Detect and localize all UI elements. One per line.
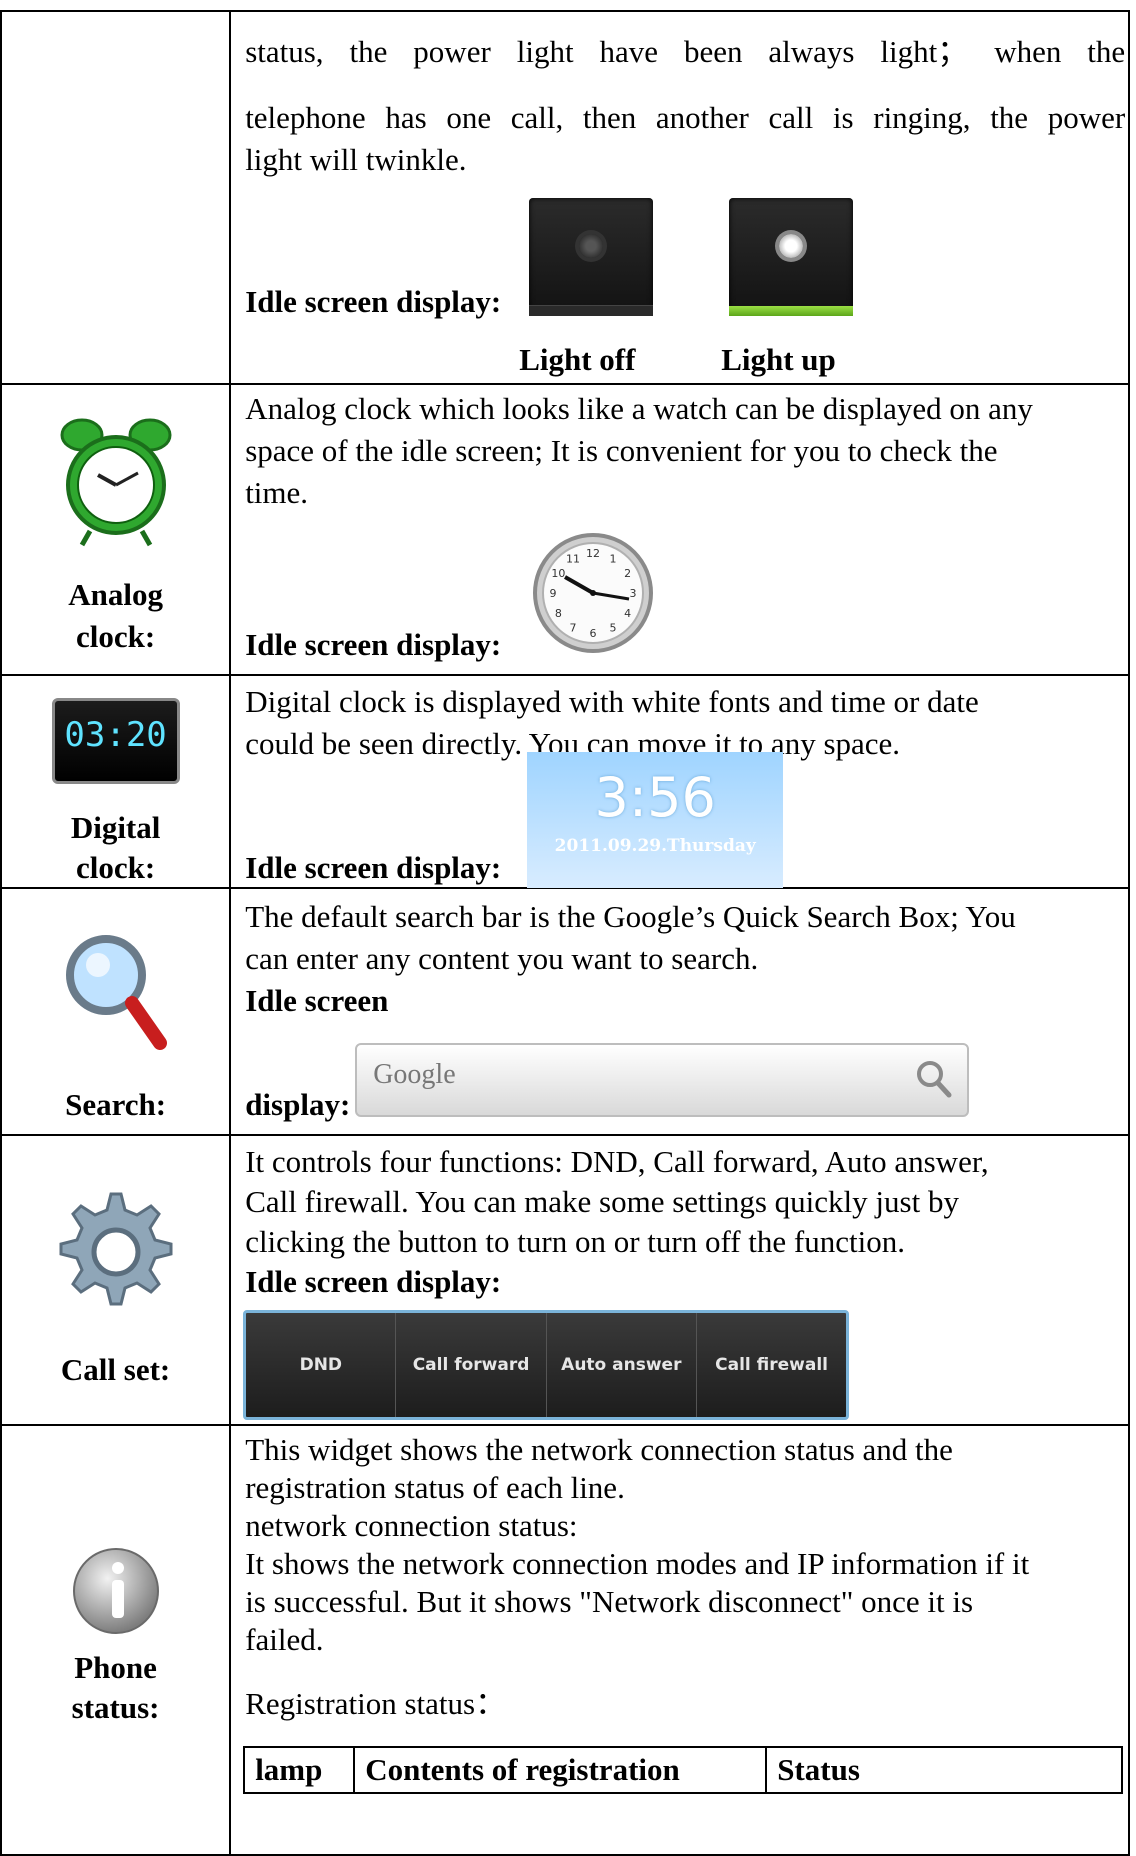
digital-clock-icon: 03:20	[51, 698, 180, 784]
light-off-image	[529, 198, 654, 316]
light-off-bar	[529, 305, 654, 316]
digital-shot-date: 2011.09.29.Thursday	[554, 836, 756, 856]
row-search-right: The default search bar is the Google’s Q…	[229, 887, 1130, 1136]
power-line1: status, the power light have been always…	[245, 34, 1126, 69]
callset-idle-label: Idle screen display:	[245, 1264, 502, 1299]
row-phone-right: This widget shows the network connection…	[229, 1424, 1130, 1856]
phone-line2: registration status of each line.	[245, 1470, 625, 1505]
row-search-left: Search:	[0, 887, 232, 1136]
row-digital-clock: 03:20 Digital clock: Digital clock is di…	[0, 674, 1130, 889]
registration-header-row: lamp Contents of registration Status	[243, 1746, 1124, 1794]
caption-light-off: Light off	[519, 342, 636, 377]
analog-label-2: clock:	[75, 619, 156, 654]
callset-line3: clicking the button to turn on or turn o…	[245, 1224, 905, 1259]
callset-label: Call set:	[60, 1352, 171, 1387]
gear-icon	[59, 1192, 173, 1306]
auto-answer-button[interactable]: Auto answer	[547, 1313, 697, 1417]
clock-numeral: 10	[552, 567, 566, 580]
row-analog-left: Analog clock:	[0, 383, 232, 676]
digital-shot-time: 3:56	[594, 766, 716, 829]
row-call-set: Call set: It controls four functions: DN…	[0, 1134, 1130, 1426]
callset-bar-screenshot: DND Call forward Auto answer Call firewa…	[243, 1310, 850, 1420]
header-lamp: lamp	[243, 1746, 356, 1794]
digital-label-1: Digital	[70, 810, 161, 845]
registration-table: lamp Contents of registration Status	[243, 1746, 1124, 1794]
call-firewall-button[interactable]: Call firewall	[697, 1313, 846, 1417]
analog-idle-label: Idle screen display:	[245, 627, 502, 662]
header-status: Status	[765, 1746, 1124, 1794]
phone-line6: failed.	[245, 1622, 324, 1657]
clock-numeral: 5	[610, 622, 617, 635]
row-power-light: status, the power light have been always…	[0, 10, 1130, 385]
digital-line1: Digital clock is displayed with white fo…	[245, 684, 979, 719]
callset-line2: Call firewall. You can make some setting…	[245, 1184, 959, 1219]
callset-line1: It controls four functions: DND, Call fo…	[245, 1144, 989, 1179]
phone-line7: Registration status：	[245, 1686, 507, 1721]
power-line2: telephone has one call, then another cal…	[245, 100, 1126, 135]
clock-numeral: 11	[566, 552, 580, 565]
search-line2: can enter any content you want to search…	[245, 941, 759, 976]
digital-clock-screenshot: 3:56 2011.09.29.Thursday	[527, 752, 784, 888]
analog-line1: Analog clock which looks like a watch ca…	[245, 391, 1033, 426]
phone-label-2: status:	[71, 1690, 160, 1725]
clock-numeral: 4	[624, 607, 631, 620]
search-icon	[917, 1061, 952, 1098]
row-analog-clock: Analog clock: Analog clock which looks l…	[0, 383, 1130, 676]
light-up-image	[729, 198, 854, 316]
phone-line1: This widget shows the network connection…	[245, 1432, 953, 1467]
row-phone-status: Phone status: This widget shows the netw…	[0, 1424, 1130, 1856]
row-digital-right: Digital clock is displayed with white fo…	[229, 674, 1130, 889]
digital-icon-time: 03:20	[64, 715, 167, 755]
light-up-bar	[729, 306, 854, 316]
caption-light-up: Light up	[721, 342, 836, 377]
magnifier-icon	[65, 935, 167, 1050]
clock-numeral: 1	[610, 552, 617, 565]
row-search: Search: The default search bar is the Go…	[0, 887, 1130, 1136]
row-digital-left: 03:20 Digital clock:	[0, 674, 232, 889]
info-icon	[72, 1548, 159, 1634]
analog-clock-screenshot: 12 12 3 45678 9 1011	[533, 533, 654, 653]
phone-line3: network connection status:	[245, 1508, 578, 1543]
clock-numeral: 3	[630, 587, 637, 600]
header-contents: Contents of registration	[353, 1746, 768, 1794]
search-label: Search:	[65, 1087, 167, 1122]
clock-numeral: 8	[555, 607, 562, 620]
row-power-right: status, the power light have been always…	[229, 10, 1130, 385]
power-idle-label: Idle screen display:	[245, 284, 502, 319]
analog-line3: time.	[245, 475, 309, 510]
analog-line2: space of the idle screen; It is convenie…	[245, 433, 998, 468]
clock-numeral: 7	[570, 622, 577, 635]
dnd-button[interactable]: DND	[246, 1313, 397, 1417]
search-placeholder: Google	[373, 1059, 456, 1090]
power-line3: light will twinkle.	[245, 142, 467, 177]
call-forward-button[interactable]: Call forward	[396, 1313, 547, 1417]
search-idle-label-2: display:	[245, 1087, 351, 1122]
phone-label-1: Phone	[74, 1650, 157, 1685]
feature-table: status, the power light have been always…	[0, 10, 1130, 1856]
clock-numeral: 9	[550, 587, 557, 600]
digital-label-2: clock:	[75, 850, 156, 885]
search-line1: The default search bar is the Google’s Q…	[245, 899, 1016, 934]
row-phone-left: Phone status:	[0, 1424, 232, 1856]
phone-line5: is successful. But it shows "Network dis…	[245, 1584, 974, 1619]
search-bar-screenshot[interactable]: Google	[355, 1043, 970, 1117]
row-power-left	[0, 10, 232, 385]
bulb-on-icon	[779, 234, 804, 258]
clock-numeral: 6	[590, 627, 597, 640]
row-callset-right: It controls four functions: DND, Call fo…	[229, 1134, 1130, 1426]
bulb-off-icon	[579, 234, 604, 258]
search-idle-label-1: Idle screen	[245, 983, 389, 1018]
clock-numeral: 12	[586, 547, 600, 560]
alarm-clock-icon	[60, 418, 172, 547]
clock-numeral: 2	[624, 567, 631, 580]
row-analog-right: Analog clock which looks like a watch ca…	[229, 383, 1130, 676]
digital-idle-label: Idle screen display:	[245, 850, 502, 885]
analog-label-1: Analog	[68, 577, 163, 612]
row-callset-left: Call set:	[0, 1134, 232, 1426]
phone-line4: It shows the network connection modes an…	[245, 1546, 1030, 1581]
